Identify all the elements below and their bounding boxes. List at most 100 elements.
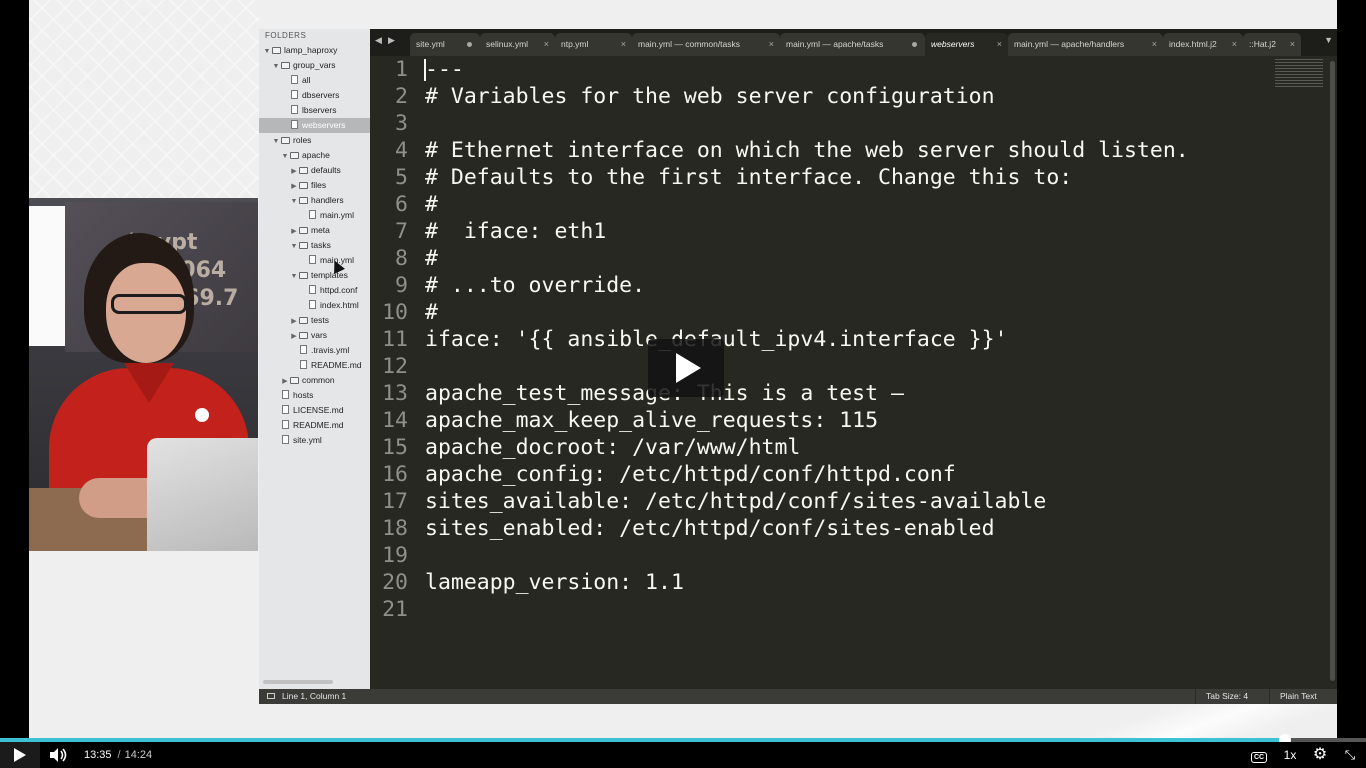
- disclosure-closed-icon[interactable]: ▶: [281, 374, 289, 389]
- file-icon: [309, 300, 316, 310]
- tab-ntp-yml[interactable]: ntp.yml ×: [555, 33, 632, 56]
- disclosure-closed-icon[interactable]: ▶: [290, 164, 298, 179]
- line-number: 11: [382, 327, 408, 352]
- disclosure-open-icon[interactable]: ▼: [290, 239, 298, 254]
- folder-icon: [281, 136, 290, 144]
- tree-item-label: tasks: [311, 240, 331, 250]
- tree-item-meta[interactable]: ▶ meta: [259, 223, 370, 238]
- tab-close-icon[interactable]: ×: [1232, 33, 1237, 56]
- duration: 14:24: [124, 749, 153, 761]
- tree-item-files[interactable]: ▶ files: [259, 178, 370, 193]
- play-button[interactable]: [0, 742, 40, 768]
- tab-webservers[interactable]: webservers ×: [925, 33, 1008, 56]
- tree-item-site-yml[interactable]: site.yml: [259, 433, 370, 448]
- tree-item-dbservers[interactable]: dbservers: [259, 88, 370, 103]
- tree-item-tasks[interactable]: ▼ tasks: [259, 238, 370, 253]
- tab-close-icon[interactable]: ×: [769, 33, 774, 56]
- big-play-button[interactable]: [648, 339, 724, 397]
- tab-close-icon[interactable]: ×: [997, 33, 1002, 56]
- tab-index-html-j2[interactable]: index.html.j2 ×: [1163, 33, 1243, 56]
- tab--hat-j2[interactable]: ::Hat.j2 ×: [1243, 33, 1301, 56]
- line-number: 14: [382, 408, 408, 433]
- disclosure-open-icon[interactable]: ▼: [281, 149, 289, 164]
- disclosure-open-icon[interactable]: ▼: [290, 194, 298, 209]
- video-stage[interactable]: /crypt 0064 -69.7 FOLDERS ▼lamp_haproxy▼…: [0, 0, 1366, 738]
- tree-item-webservers[interactable]: webservers: [259, 118, 370, 133]
- tree-item--travis-yml[interactable]: .travis.yml: [259, 343, 370, 358]
- tab-close-icon[interactable]: ×: [1290, 33, 1295, 56]
- panel-toggle-icon[interactable]: [267, 693, 275, 699]
- whiteboard: [29, 206, 65, 346]
- code-editor[interactable]: 1 --- 2 # Variables for the web server conf…: [370, 56, 1337, 689]
- tree-item-common[interactable]: ▶ common: [259, 373, 370, 388]
- tab-selinux-yml[interactable]: selinux.yml ×: [480, 33, 555, 56]
- disclosure-open-icon[interactable]: ▼: [272, 134, 280, 149]
- folder-icon: [299, 241, 308, 249]
- unsaved-dot-icon[interactable]: [467, 42, 472, 47]
- tab-close-icon[interactable]: ×: [621, 33, 626, 56]
- tree-item-label: apache: [302, 150, 330, 160]
- tab-next-icon[interactable]: ▶: [388, 35, 395, 46]
- disclosure-closed-icon[interactable]: ▶: [290, 329, 298, 344]
- tree-item-main-yml[interactable]: main.yml: [259, 208, 370, 223]
- tab-main-yml-apache-tasks[interactable]: main.yml — apache/tasks: [780, 33, 925, 56]
- tree-item-all[interactable]: all: [259, 73, 370, 88]
- tree-item-vars[interactable]: ▶ vars: [259, 328, 370, 343]
- tree-item-defaults[interactable]: ▶ defaults: [259, 163, 370, 178]
- tree-item-readme-md[interactable]: README.md: [259, 358, 370, 373]
- folder-icon: [290, 151, 299, 159]
- tab-prev-icon[interactable]: ◀: [375, 35, 382, 46]
- tab-close-icon[interactable]: ×: [1152, 33, 1157, 56]
- tree-item-httpd-conf[interactable]: httpd.conf: [259, 283, 370, 298]
- disclosure-open-icon[interactable]: ▼: [272, 59, 280, 74]
- tree-item-label: meta: [311, 225, 330, 235]
- tree-item-apache[interactable]: ▼ apache: [259, 148, 370, 163]
- tree-item-handlers[interactable]: ▼ handlers: [259, 193, 370, 208]
- tab-main-yml-common-tasks[interactable]: main.yml — common/tasks ×: [632, 33, 780, 56]
- tab-main-yml-apache-handlers[interactable]: main.yml — apache/handlers ×: [1008, 33, 1163, 56]
- tree-item-readme-md[interactable]: README.md: [259, 418, 370, 433]
- tree-item-index-html[interactable]: index.html: [259, 298, 370, 313]
- unsaved-dot-icon[interactable]: [912, 42, 917, 47]
- minimap[interactable]: [1275, 59, 1323, 89]
- tree-item-label: lamp_haproxy: [284, 45, 338, 55]
- disclosure-closed-icon[interactable]: ▶: [290, 224, 298, 239]
- tree-item-tests[interactable]: ▶ tests: [259, 313, 370, 328]
- tree-item-roles[interactable]: ▼ roles: [259, 133, 370, 148]
- settings-gear-icon[interactable]: ⚙: [1310, 742, 1330, 768]
- tree-item-lamp-haproxy[interactable]: ▼ lamp_haproxy: [259, 43, 370, 58]
- tree-item-label: index.html: [320, 300, 359, 310]
- disclosure-closed-icon[interactable]: ▶: [290, 314, 298, 329]
- file-icon: [309, 285, 316, 295]
- code-line: 3: [370, 110, 1337, 137]
- tab-label: index.html.j2: [1169, 39, 1217, 49]
- tree-item-main-yml[interactable]: main.yml: [259, 253, 370, 268]
- captions-button[interactable]: CC: [1250, 742, 1268, 768]
- syntax-selector[interactable]: Plain Text: [1269, 689, 1337, 704]
- sidebar-scrollbar[interactable]: [263, 680, 333, 684]
- folder-icon: [299, 226, 308, 234]
- tree-item-lbservers[interactable]: lbservers: [259, 103, 370, 118]
- editor-scrollbar[interactable]: [1330, 61, 1335, 681]
- code-line: 20 lameapp_version: 1.1: [370, 569, 1337, 596]
- tab-site-yml[interactable]: site.yml: [410, 33, 480, 56]
- tab-label: selinux.yml: [486, 39, 529, 49]
- tree-item-hosts[interactable]: hosts: [259, 388, 370, 403]
- tree-item-group-vars[interactable]: ▼ group_vars: [259, 58, 370, 73]
- tab-size-selector[interactable]: Tab Size: 4: [1195, 689, 1276, 704]
- line-text: sites_available: /etc/httpd/conf/sites-a…: [425, 489, 1047, 514]
- fullscreen-icon[interactable]: ⤡: [1340, 742, 1360, 768]
- tab-overflow-icon[interactable]: ▼: [1324, 35, 1333, 45]
- line-text: sites_enabled: /etc/httpd/conf/sites-ena…: [425, 516, 995, 541]
- playback-speed-button[interactable]: 1x: [1280, 742, 1300, 768]
- sublime-editor-window: FOLDERS ▼ lamp_haproxy ▼ group_vars all dbser…: [259, 29, 1337, 704]
- tree-item-license-md[interactable]: LICENSE.md: [259, 403, 370, 418]
- tree-item-templates[interactable]: ▼ templates: [259, 268, 370, 283]
- disclosure-open-icon[interactable]: ▼: [290, 269, 298, 284]
- disclosure-closed-icon[interactable]: ▶: [290, 179, 298, 194]
- folder-sidebar[interactable]: FOLDERS ▼ lamp_haproxy ▼ group_vars all dbser…: [259, 29, 371, 704]
- disclosure-open-icon[interactable]: ▼: [263, 44, 271, 59]
- tab-close-icon[interactable]: ×: [544, 33, 549, 56]
- tree-item-label: group_vars: [293, 60, 336, 70]
- volume-button[interactable]: [48, 747, 68, 763]
